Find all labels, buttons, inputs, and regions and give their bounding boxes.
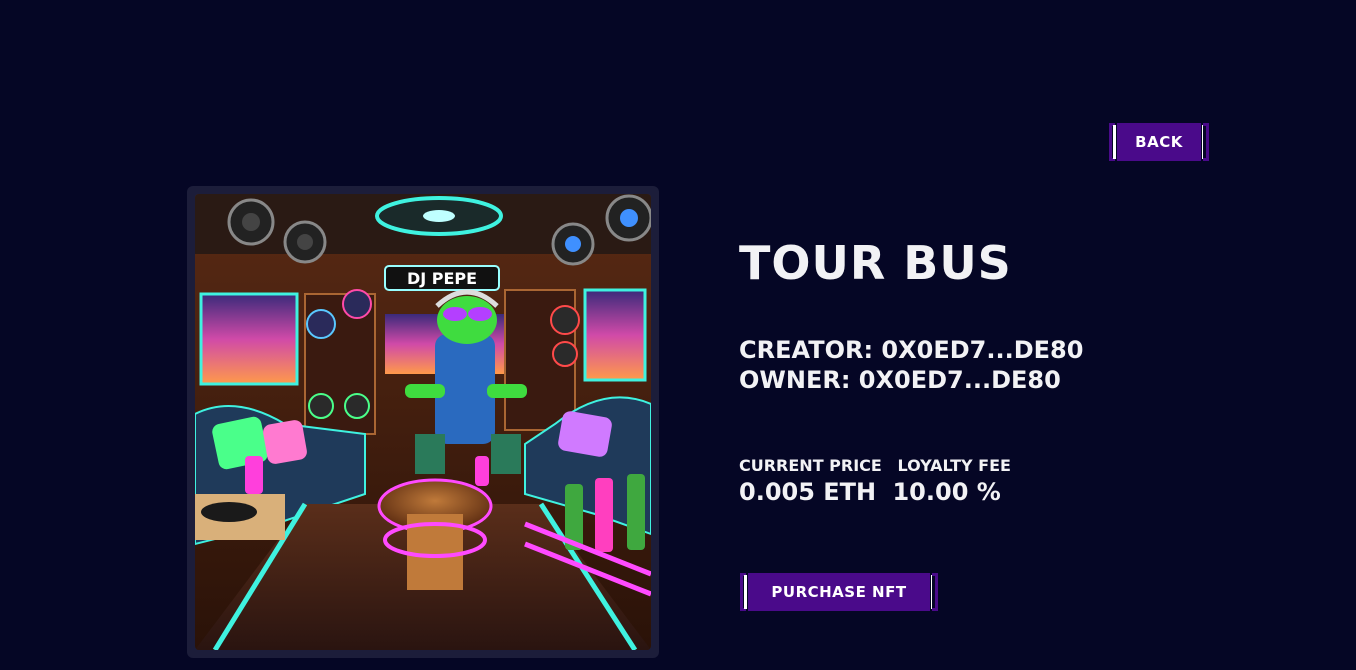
loyalty-fee-label: LOYALTY FEE [897,456,1011,475]
price-labels: CURRENT PRICE LOYALTY FEE [739,456,1011,475]
back-button-label: BACK [1135,133,1183,151]
nft-detail-page: BACK DJ PEPE TOUR BUS CREATOR: 0X0ED7...… [0,0,1356,670]
bracket-left-decoration [1113,125,1116,159]
creator-address: 0X0ED7...DE80 [881,336,1084,364]
nft-title: TOUR BUS [739,236,1012,290]
loyalty-fee-value: 10.00 % [892,478,1001,506]
creator-label: CREATOR: [739,336,874,364]
owner-line: OWNER: 0X0ED7...DE80 [739,366,1061,394]
owner-address: 0X0ED7...DE80 [858,366,1061,394]
back-button[interactable]: BACK [1109,123,1209,161]
current-price-label: CURRENT PRICE [739,456,882,475]
current-price-value: 0.005 ETH [739,478,877,506]
nft-image-frame: DJ PEPE [187,186,659,658]
nft-image: DJ PEPE [195,194,651,650]
dj-sign-text: DJ PEPE [407,269,477,288]
price-values: 0.005 ETH 10.00 % [739,478,1001,506]
creator-line: CREATOR: 0X0ED7...DE80 [739,336,1083,364]
bracket-right-decoration [1202,125,1205,159]
purchase-button-label: PURCHASE NFT [771,583,907,601]
bracket-left-decoration [744,575,747,609]
purchase-nft-button[interactable]: PURCHASE NFT [740,573,938,611]
bracket-right-decoration [931,575,934,609]
owner-label: OWNER: [739,366,851,394]
